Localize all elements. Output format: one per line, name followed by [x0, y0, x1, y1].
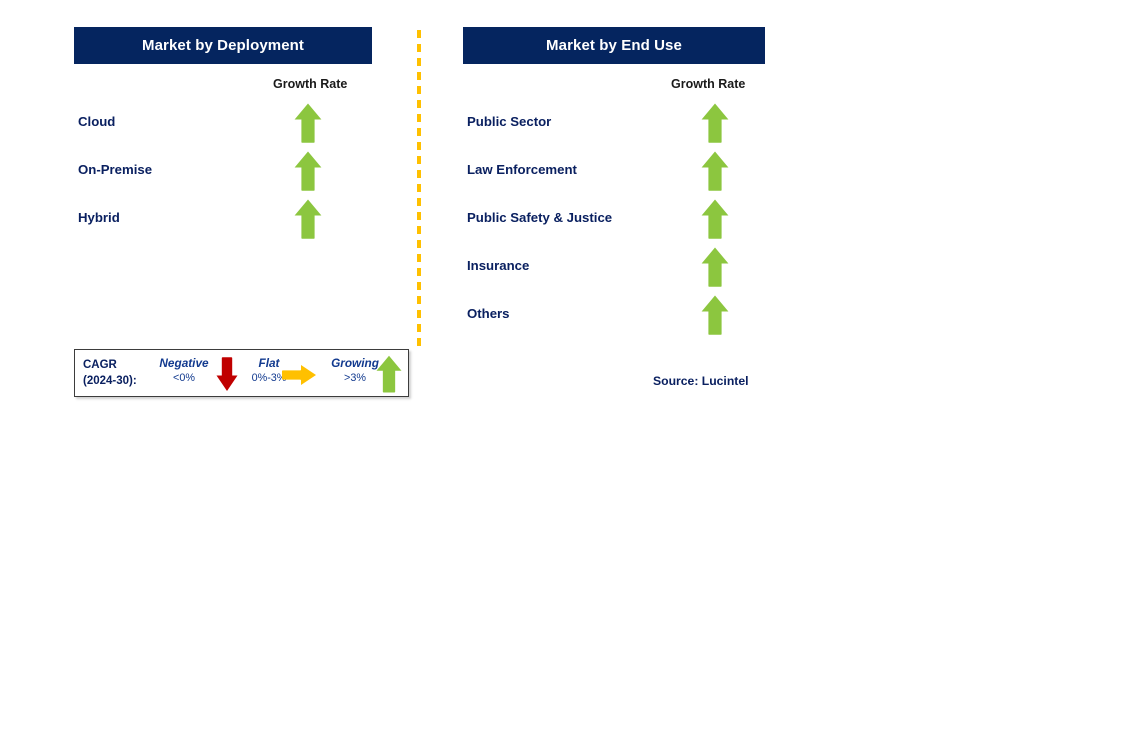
cagr-legend: CAGR (2024-30): Negative <0% Flat 0%-3%: [74, 349, 409, 397]
arrow-up-green-icon: [700, 150, 730, 192]
arrow-up-green-icon: [700, 246, 730, 288]
arrow-up-green-icon: [293, 150, 323, 192]
arrow-up-green-icon: [700, 102, 730, 144]
arrow-up-green-icon: [293, 102, 323, 144]
list-item: Others: [463, 294, 765, 342]
segment-label: On-Premise: [78, 162, 153, 177]
arrow-up-green-icon: [700, 198, 730, 240]
column-divider: [417, 30, 421, 348]
list-item: Law Enforcement: [463, 150, 765, 198]
panel-title-end-use: Market by End Use: [463, 27, 765, 64]
segment-label: Hybrid: [78, 210, 120, 225]
segment-label: Public Safety & Justice: [467, 210, 613, 225]
list-item: Cloud: [74, 102, 372, 150]
infographic-canvas: Market by Deployment Growth Rate Cloud O…: [0, 0, 1127, 743]
arrow-right-orange-icon: [281, 364, 317, 391]
segment-label: Law Enforcement: [467, 162, 577, 177]
market-by-end-use-panel: Market by End Use Growth Rate Public Sec…: [463, 27, 765, 335]
list-item: On-Premise: [74, 150, 372, 198]
segment-label: Insurance: [467, 258, 530, 273]
growth-rate-header-end-use: Growth Rate: [671, 77, 746, 91]
deployment-segment-list: Cloud On-Premise Hybrid: [74, 102, 372, 246]
segment-label: Others: [467, 306, 510, 321]
legend-range: <0%: [173, 372, 195, 384]
source-attribution: Source: Lucintel: [653, 374, 749, 388]
legend-item-negative: Negative <0%: [153, 356, 215, 386]
list-item: Public Sector: [463, 102, 765, 150]
legend-label: Negative: [159, 356, 209, 370]
arrow-up-green-icon: [700, 294, 730, 336]
list-item: Public Safety & Justice: [463, 198, 765, 246]
list-item: Hybrid: [74, 198, 372, 246]
arrow-up-green-icon: [293, 198, 323, 240]
growth-rate-header-deployment: Growth Rate: [273, 77, 348, 91]
arrow-down-red-icon: [215, 356, 239, 397]
list-item: Insurance: [463, 246, 765, 294]
market-by-deployment-panel: Market by Deployment Growth Rate Cloud O…: [74, 27, 372, 239]
legend-cagr-line2: (2024-30):: [83, 375, 137, 387]
end-use-segment-list: Public Sector Law Enforcement Public Saf…: [463, 102, 765, 342]
panel-title-deployment: Market by Deployment: [74, 27, 372, 64]
segment-label: Public Sector: [467, 114, 552, 129]
segment-label: Cloud: [78, 114, 116, 129]
arrow-up-green-icon: [375, 354, 403, 399]
legend-cagr-line1: CAGR: [83, 359, 117, 371]
legend-cagr-label: CAGR (2024-30):: [83, 357, 137, 389]
